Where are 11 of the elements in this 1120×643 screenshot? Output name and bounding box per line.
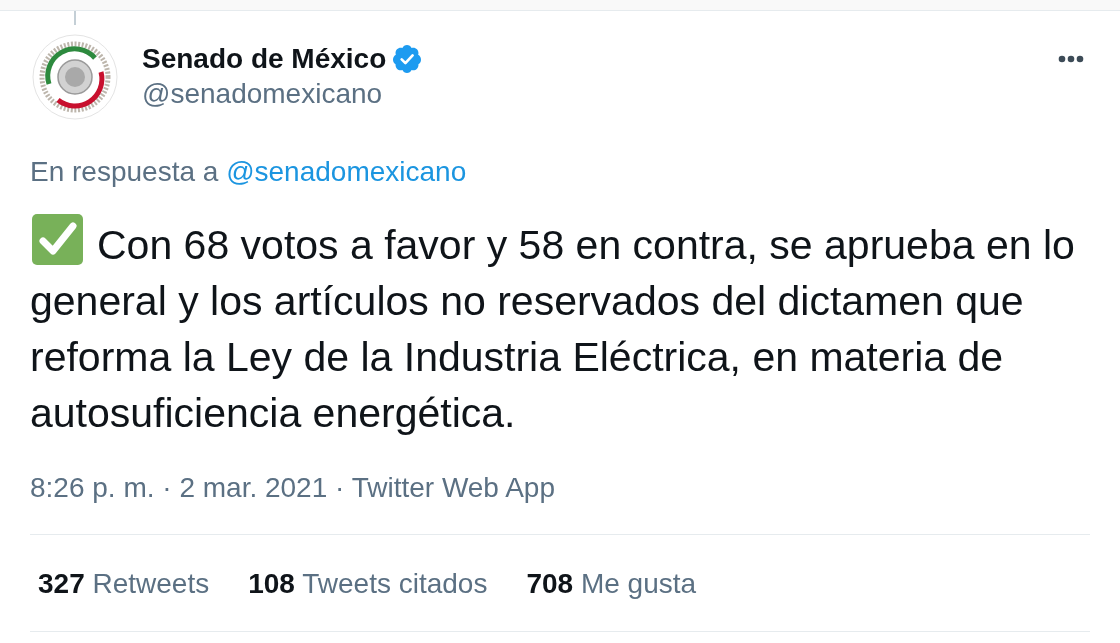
reply-context: En respuesta a @senadomexicano	[30, 155, 467, 189]
seal-logo-icon[interactable]	[32, 34, 118, 120]
stat-link[interactable]: 327 Retweets	[38, 567, 210, 601]
check-mark-icon	[32, 214, 83, 265]
stat-link[interactable]: 708 Me gusta	[526, 567, 697, 601]
more-icon[interactable]	[1058, 55, 1084, 63]
account-name[interactable]: Senado de México	[142, 42, 387, 76]
tweet-timestamp: 8:26 p. m. · 2 mar. 2021 · Twitter Web App	[30, 471, 555, 505]
stat-link[interactable]: 108 Tweets citados	[248, 567, 488, 601]
account-handle[interactable]: @senadomexicano	[142, 76, 383, 112]
tweet-text: Con 68 votos a favor y 58 en contra, se aprueba en lo general y los artículos no reservados del dictamen que reforma la Ley de la Industria Eléctrica, en materia de autosuficiencia energética.	[30, 214, 1090, 441]
